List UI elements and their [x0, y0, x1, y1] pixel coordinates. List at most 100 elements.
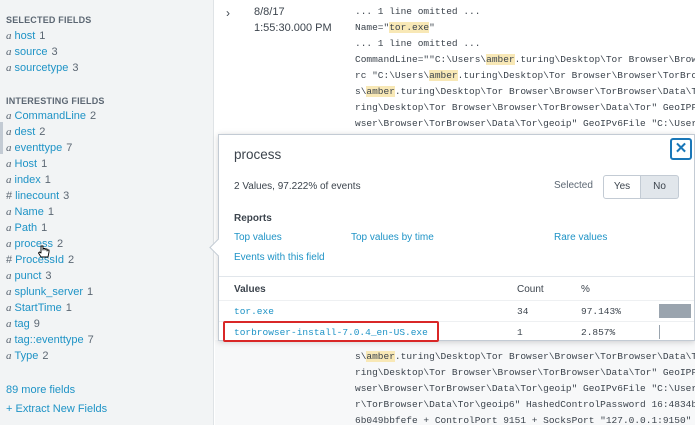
extract-new-fields-link[interactable]: + Extract New Fields — [6, 403, 107, 415]
raw-line: wser\Browser\TorBrowser\Data\Tor\geoip" … — [355, 118, 695, 129]
interesting-fields-heading: INTERESTING FIELDS — [6, 96, 105, 106]
field-name[interactable]: source — [15, 46, 48, 58]
top-values-by-time-link[interactable]: Top values by time — [351, 232, 434, 243]
values-column-header: Values — [234, 284, 266, 295]
field-item-starttime[interactable]: a StartTime 1 — [6, 301, 72, 316]
raw-line: 6b049bbfefe + ControlPort 9151 + SocksPo… — [355, 415, 692, 426]
field-item-linecount[interactable]: # linecount 3 — [6, 189, 69, 204]
value-count: 34 — [517, 306, 529, 317]
string-type-icon: a — [6, 238, 12, 250]
expand-event-chevron-icon[interactable]: › — [226, 6, 230, 20]
field-count: 2 — [39, 126, 46, 138]
string-type-icon: a — [6, 350, 12, 362]
value-link[interactable]: tor.exe — [234, 306, 274, 317]
popover-title: process — [234, 147, 282, 162]
table-row: tor.exe 34 97.143% — [219, 301, 694, 321]
value-count: 1 — [517, 327, 523, 338]
field-name[interactable]: tag — [15, 318, 30, 330]
close-icon[interactable]: ✕ — [670, 138, 692, 160]
selected-label: Selected — [554, 180, 593, 191]
selected-toggle: Yes No — [603, 175, 679, 199]
field-summary-popover: process ✕ 2 Values, 97.222% of events Se… — [209, 134, 695, 342]
value-percent: 97.143% — [581, 306, 621, 317]
raw-line: wser\Browser\TorBrowser\Data\Tor\geoip" … — [355, 383, 695, 394]
fields-sidebar: SELECTED FIELDS a host 1 a source 3 a sourcetyp… — [0, 0, 214, 425]
selected-no-button[interactable]: No — [641, 175, 679, 199]
field-name[interactable]: eventtype — [15, 142, 63, 154]
field-item-tag[interactable]: a tag 9 — [6, 317, 40, 332]
string-type-icon: a — [6, 286, 12, 298]
popover-divider — [219, 276, 694, 277]
field-name[interactable]: CommandLine — [15, 110, 87, 122]
field-name[interactable]: punct — [15, 270, 42, 282]
string-type-icon: a — [6, 126, 12, 138]
field-count: 2 — [42, 350, 49, 362]
field-name[interactable]: index — [15, 174, 41, 186]
field-item-source[interactable]: a source 3 — [6, 45, 58, 60]
events-with-field-link[interactable]: Events with this field — [234, 252, 325, 263]
field-name[interactable]: Type — [15, 350, 39, 362]
field-count: 1 — [47, 206, 54, 218]
field-name[interactable]: Name — [15, 206, 44, 218]
string-type-icon: a — [6, 46, 12, 58]
percent-bar-fill — [659, 325, 660, 339]
raw-line: s\amber.turing\Desktop\Tor Browser\Brows… — [355, 351, 695, 362]
raw-line: ring\Desktop\Tor Browser\Browser\TorBrow… — [355, 102, 695, 113]
field-item-name[interactable]: a Name 1 — [6, 205, 54, 220]
string-type-icon: a — [6, 158, 12, 170]
field-item-tag-eventtype[interactable]: a tag::eventtype 7 — [6, 333, 94, 348]
raw-line: ... 1 line omitted ... — [355, 6, 481, 17]
sidebar-resize-handle[interactable] — [0, 122, 3, 154]
field-count: 3 — [51, 46, 58, 58]
string-type-icon: a — [6, 174, 12, 186]
raw-line: Name="tor.exe" — [355, 22, 435, 33]
field-name[interactable]: Path — [15, 222, 38, 234]
rare-values-link[interactable]: Rare values — [554, 232, 607, 243]
field-name[interactable]: tag::eventtype — [15, 334, 84, 346]
selected-yes-button[interactable]: Yes — [603, 175, 641, 199]
raw-line: ... 1 line omitted ... — [355, 38, 481, 49]
field-item-dest[interactable]: a dest 2 — [6, 125, 45, 140]
field-item-eventtype[interactable]: a eventtype 7 — [6, 141, 72, 156]
raw-line: ring\Desktop\Tor Browser\Browser\TorBrow… — [355, 367, 695, 378]
field-name[interactable]: Host — [15, 158, 38, 170]
string-type-icon: a — [6, 142, 12, 154]
field-item-index[interactable]: a index 1 — [6, 173, 51, 188]
raw-line: r\TorBrowser\Data\Tor\geoip6" HashedCont… — [355, 399, 695, 410]
string-type-icon: a — [6, 30, 12, 42]
field-name[interactable]: sourcetype — [15, 62, 69, 74]
field-name[interactable]: splunk_server — [15, 286, 83, 298]
string-type-icon: a — [6, 302, 12, 314]
field-count: 2 — [68, 254, 75, 266]
string-type-icon: a — [6, 318, 12, 330]
more-fields-link[interactable]: 89 more fields — [6, 384, 75, 396]
field-item-host[interactable]: a Host 1 — [6, 157, 47, 172]
field-count: 1 — [65, 302, 72, 314]
field-item-sourcetype[interactable]: a sourcetype 3 — [6, 61, 78, 76]
field-count: 1 — [39, 30, 46, 42]
field-item-splunk-server[interactable]: a splunk_server 1 — [6, 285, 93, 300]
field-count: 3 — [63, 190, 70, 202]
field-name[interactable]: linecount — [15, 190, 59, 202]
field-item-path[interactable]: a Path 1 — [6, 221, 47, 236]
field-item-process[interactable]: a process 2 — [6, 237, 63, 252]
field-name[interactable]: dest — [15, 126, 36, 138]
event-time: 1:55:30.000 PM — [254, 22, 332, 34]
string-type-icon: a — [6, 334, 12, 346]
field-name[interactable]: host — [15, 30, 36, 42]
field-name[interactable]: StartTime — [15, 302, 62, 314]
field-count: 1 — [41, 158, 48, 170]
top-values-link[interactable]: Top values — [234, 232, 282, 243]
field-count: 1 — [44, 174, 51, 186]
field-item-type[interactable]: a Type 2 — [6, 349, 48, 364]
field-count: 1 — [41, 222, 48, 234]
field-count: 2 — [57, 238, 64, 250]
raw-event-text-top: ... 1 line omitted ... Name="tor.exe" ..… — [355, 4, 695, 132]
percent-bar — [659, 304, 692, 318]
value-percent: 2.857% — [581, 327, 616, 338]
field-item-commandline[interactable]: a CommandLine 2 — [6, 109, 96, 124]
raw-line: CommandLine=""C:\Users\amber.turing\Desk… — [355, 54, 695, 65]
field-item-punct[interactable]: a punct 3 — [6, 269, 52, 284]
field-stats: 2 Values, 97.222% of events — [234, 181, 361, 192]
field-item-host[interactable]: a host 1 — [6, 29, 45, 44]
